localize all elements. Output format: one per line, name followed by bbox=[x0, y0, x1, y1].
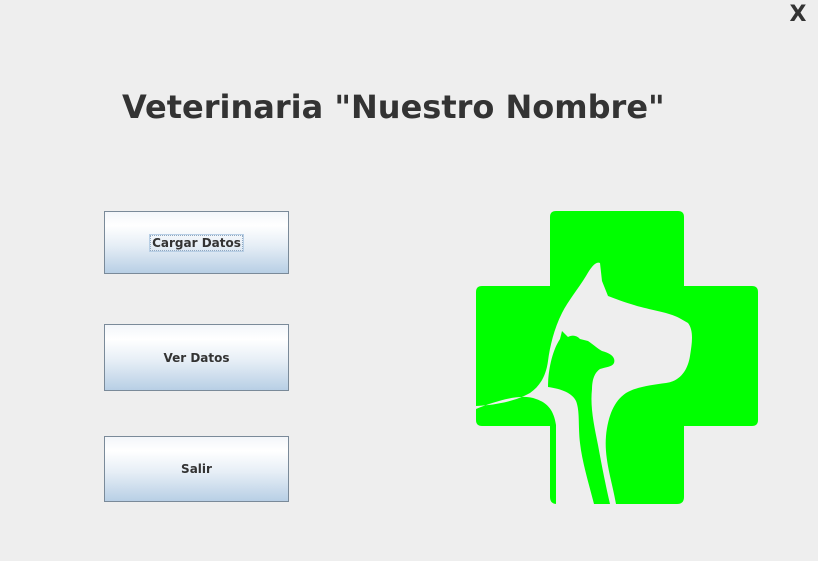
salir-label: Salir bbox=[181, 462, 212, 476]
salir-button[interactable]: Salir bbox=[104, 436, 289, 502]
ver-datos-label: Ver Datos bbox=[163, 350, 230, 365]
veterinary-logo-icon bbox=[476, 211, 758, 504]
ver-datos-button[interactable]: Ver Datos bbox=[104, 324, 289, 391]
cargar-datos-label: Cargar Datos bbox=[149, 233, 244, 252]
close-button[interactable]: X bbox=[784, 0, 812, 30]
page-title: Veterinaria "Nuestro Nombre" bbox=[122, 88, 665, 126]
cargar-datos-button[interactable]: Cargar Datos bbox=[104, 211, 289, 274]
